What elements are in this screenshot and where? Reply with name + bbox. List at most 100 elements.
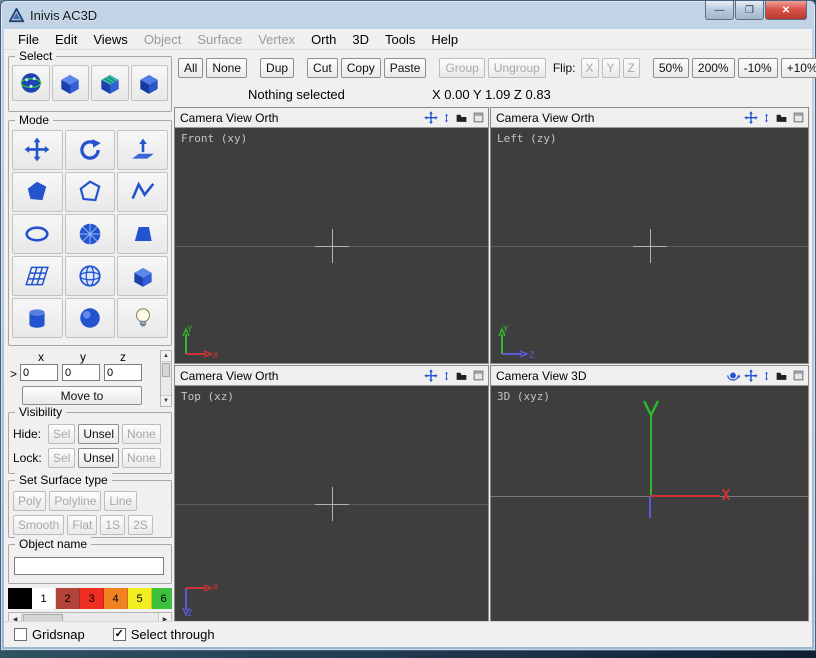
hide-unselected-button[interactable]: Unsel [78,424,119,444]
select-through-checkbox[interactable]: ✓ [113,628,126,641]
y-coordinate-field[interactable] [62,364,100,381]
gridsnap-label: Gridsnap [32,627,85,642]
select-all-button[interactable]: All [178,58,203,78]
mode-ellipse-tool[interactable] [12,214,63,254]
axis-gizmo [180,325,214,359]
zoom-plus-10-button[interactable]: +10% [781,58,816,78]
viewport-header-title[interactable]: Camera View Orth [180,369,278,383]
zoom-200-button[interactable]: 200% [692,58,735,78]
cut-button[interactable]: Cut [307,58,338,78]
maximize-view-icon[interactable] [792,111,805,124]
select-none-button[interactable]: None [206,58,247,78]
zoom-50-button[interactable]: 50% [653,58,689,78]
object-select-mode[interactable] [52,65,90,101]
orbit-icon[interactable] [726,369,740,383]
menu-tools[interactable]: Tools [377,30,423,49]
camera-menu-icon[interactable] [775,369,788,382]
palette-color-3[interactable]: 3 [80,588,104,609]
copy-button[interactable]: Copy [341,58,381,78]
viewport-header-title[interactable]: Camera View Orth [496,111,594,125]
menu-help[interactable]: Help [423,30,466,49]
pan-icon[interactable] [744,369,758,383]
title-bar[interactable]: Inivis AC3D — ❐ ✕ [1,1,815,29]
mode-quad-tool[interactable] [117,214,168,254]
palette-color-6[interactable]: 6 [152,588,172,609]
object-name-field[interactable] [14,557,164,575]
viewport-top[interactable]: Camera View Orth Top (xz) [174,365,489,622]
maximize-view-icon[interactable] [472,111,485,124]
select-through-checkbox-group[interactable]: ✓ Select through [113,627,215,642]
duplicate-button[interactable]: Dup [260,58,294,78]
viewport-3d-canvas[interactable]: 3D (xyz) X [491,386,808,621]
mode-extrude-tool[interactable] [117,130,168,170]
gridsnap-checkbox[interactable] [14,628,27,641]
surface-select-mode[interactable] [91,65,129,101]
maximize-button[interactable]: ❐ [735,1,764,20]
paste-button[interactable]: Paste [384,58,427,78]
x-coordinate-field[interactable] [20,364,58,381]
camera-menu-icon[interactable] [455,111,468,124]
polygon-tool-icon [24,179,50,205]
vertex-select-mode[interactable] [12,65,50,101]
surface-type-group: Set Surface type Poly Polyline Line Smoo… [8,480,172,538]
maximize-view-icon[interactable] [472,369,485,382]
viewport-left-canvas[interactable]: Left (zy) Y Z [491,128,808,363]
minimize-button[interactable]: — [705,1,734,20]
palette-color-0[interactable] [8,588,32,609]
palette-color-2[interactable]: 2 [56,588,80,609]
viewport-3d[interactable]: Camera View 3D 3D (xyz) [490,365,809,622]
mode-box-tool[interactable] [117,256,168,296]
zoom-icon[interactable] [442,111,451,125]
z-coordinate-field[interactable] [104,364,142,381]
gizmo-h-label: Z [529,351,534,361]
coords-vertical-scrollbar[interactable]: ▲ ▼ [160,350,172,407]
viewport-left[interactable]: Camera View Orth Left (zy) [490,107,809,364]
viewport-front-canvas[interactable]: Front (xy) Y X [175,128,488,363]
scroll-down-icon[interactable]: ▼ [161,395,171,406]
mode-mesh-tool[interactable] [12,256,63,296]
vertex-select-icon [17,70,45,96]
mode-polygon-tool[interactable] [12,172,63,212]
mode-rotate-tool[interactable] [65,130,116,170]
lock-selected-button: Sel [48,448,75,468]
mode-polyline-tool[interactable] [117,172,168,212]
palette-color-1[interactable]: 1 [32,588,56,609]
menu-edit[interactable]: Edit [47,30,85,49]
move-to-button[interactable]: Move to [22,386,142,405]
mode-move-tool[interactable] [12,130,63,170]
flat-button: Flat [67,515,97,535]
mode-sphere-tool[interactable] [65,298,116,338]
zoom-icon[interactable] [762,369,771,383]
lock-unselected-button[interactable]: Unsel [78,448,119,468]
camera-menu-icon[interactable] [775,111,788,124]
lock-none-button: None [122,448,161,468]
mode-cylinder-tool[interactable] [12,298,63,338]
palette-color-4[interactable]: 4 [104,588,128,609]
mode-light-tool[interactable] [117,298,168,338]
scrollbar-thumb[interactable] [162,363,170,377]
pan-icon[interactable] [744,111,758,125]
close-button[interactable]: ✕ [765,1,807,20]
zoom-minus-10-button[interactable]: -10% [738,58,778,78]
palette-color-5[interactable]: 5 [128,588,152,609]
mode-disk-tool[interactable] [65,214,116,254]
viewport-top-canvas[interactable]: Top (xz) Z X [175,386,488,621]
viewport-header-title[interactable]: Camera View Orth [180,111,278,125]
group-select-mode[interactable] [131,65,169,101]
menu-3d[interactable]: 3D [344,30,377,49]
camera-menu-icon[interactable] [455,369,468,382]
scroll-up-icon[interactable]: ▲ [161,351,171,362]
mode-sphere-mesh-tool[interactable] [65,256,116,296]
menu-orth[interactable]: Orth [303,30,344,49]
viewport-front[interactable]: Camera View Orth Front (xy) [174,107,489,364]
menu-file[interactable]: File [10,30,47,49]
viewport-header-title[interactable]: Camera View 3D [496,369,586,383]
gridsnap-checkbox-group[interactable]: Gridsnap [14,627,85,642]
maximize-view-icon[interactable] [792,369,805,382]
pan-icon[interactable] [424,369,438,383]
pan-icon[interactable] [424,111,438,125]
menu-views[interactable]: Views [85,30,135,49]
mode-closed-polyline-tool[interactable] [65,172,116,212]
zoom-icon[interactable] [762,111,771,125]
zoom-icon[interactable] [442,369,451,383]
